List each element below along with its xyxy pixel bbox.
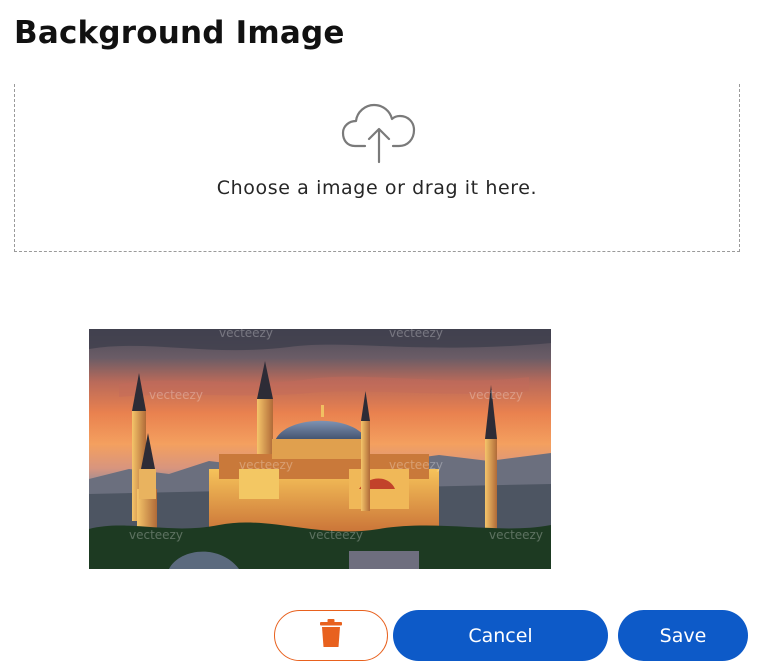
save-button[interactable]: Save [618, 610, 748, 661]
dropzone-instructions: Choose a image or drag it here. [216, 177, 538, 199]
image-dropzone[interactable]: Choose a image or drag it here. [14, 84, 740, 252]
page-title: Background Image [14, 15, 345, 51]
svg-text:vecteezy: vecteezy [149, 388, 203, 402]
svg-text:vecteezy: vecteezy [389, 458, 443, 472]
svg-text:vecteezy: vecteezy [389, 329, 443, 340]
cancel-button[interactable]: Cancel [393, 610, 608, 661]
svg-text:vecteezy: vecteezy [219, 329, 273, 340]
svg-text:vecteezy: vecteezy [239, 458, 293, 472]
svg-text:vecteezy: vecteezy [129, 528, 183, 542]
cloud-upload-icon [341, 102, 417, 164]
svg-text:vecteezy: vecteezy [469, 388, 523, 402]
svg-text:vecteezy: vecteezy [489, 528, 543, 542]
delete-image-button[interactable] [274, 610, 388, 661]
trash-icon [320, 619, 342, 652]
svg-text:vecteezy: vecteezy [309, 528, 363, 542]
background-image-preview: vecteezy vecteezy vecteezy vecteezy vect… [89, 329, 551, 569]
